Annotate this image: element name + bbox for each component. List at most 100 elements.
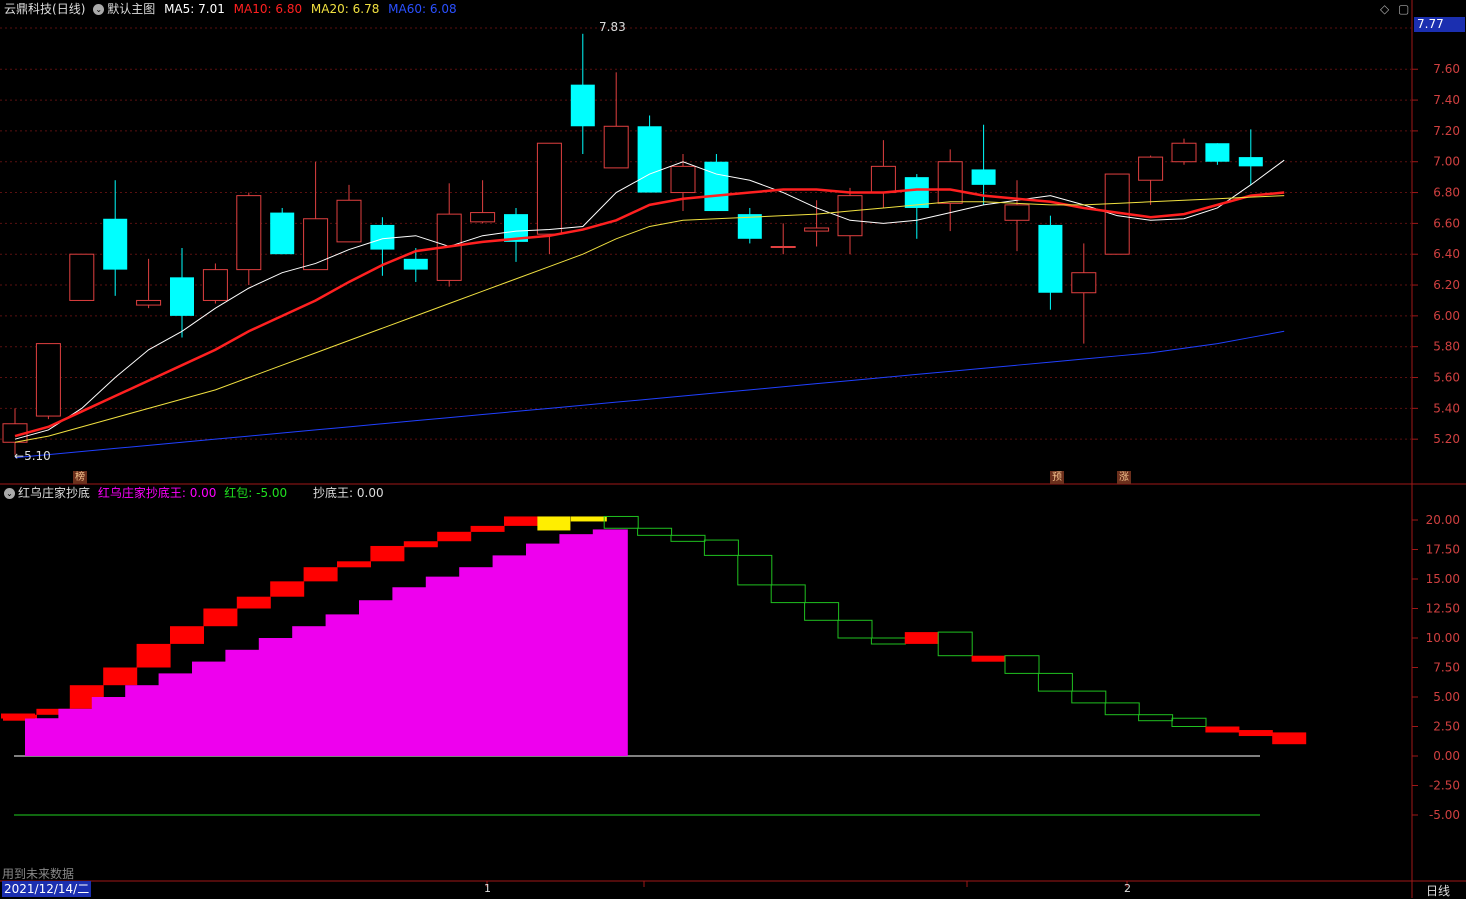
banker-bar-down bbox=[837, 619, 873, 639]
magenta-area-step bbox=[359, 600, 394, 756]
sub-chart-title[interactable]: 红乌庄家抄底 bbox=[18, 486, 90, 500]
banker-bar-up bbox=[971, 655, 1006, 662]
banker-bar-up bbox=[236, 596, 271, 609]
tag-zhang[interactable]: 涨 bbox=[1117, 471, 1131, 484]
banker-bar-up bbox=[270, 581, 305, 597]
candle-body-up bbox=[35, 343, 61, 417]
banker-bar-down bbox=[1104, 702, 1140, 716]
chart-canvas[interactable]: 5.20 5.40 5.60 5.80 6.00 6.20 6.40 6.60 6.80 7.00… bbox=[0, 0, 1466, 898]
banker-bar-up bbox=[370, 545, 405, 562]
price-axis-label: 5.40 bbox=[1433, 401, 1460, 415]
candle-body-down bbox=[103, 218, 128, 270]
indicator-axis-label: 10.00 bbox=[1426, 631, 1460, 645]
diamond-icon[interactable]: ◇ bbox=[1380, 2, 1389, 16]
indicator-axis-label: 12.50 bbox=[1426, 602, 1460, 616]
banker-bar-down bbox=[1138, 714, 1174, 722]
candle-body-up bbox=[937, 161, 963, 204]
ma60-label: MA60: 6.08 bbox=[388, 2, 457, 16]
maximize-icon[interactable]: ▢ bbox=[1398, 2, 1409, 16]
indicator-axis-label: -5.00 bbox=[1429, 808, 1460, 822]
candle-body-up bbox=[1071, 272, 1097, 294]
banker-bar-up bbox=[303, 567, 338, 582]
banker-bar-up bbox=[504, 516, 538, 526]
magenta-area-step bbox=[592, 529, 628, 756]
price-axis-label: 6.00 bbox=[1433, 309, 1460, 323]
period-button[interactable]: 日线 bbox=[1426, 882, 1450, 899]
price-axis-label: 6.60 bbox=[1433, 216, 1460, 230]
price-axis-label: 7.60 bbox=[1433, 62, 1460, 76]
price-axis-label: 7.40 bbox=[1433, 93, 1460, 107]
indicator-axis-label: -2.50 bbox=[1429, 779, 1460, 793]
chevron-down-icon[interactable]: ⌄ bbox=[4, 488, 15, 499]
banker-bar-up bbox=[1238, 730, 1273, 737]
banker-bar-down bbox=[804, 602, 840, 621]
main-chart-label[interactable]: 默认主图 bbox=[107, 2, 155, 16]
magenta-area-step bbox=[459, 567, 495, 756]
month-mark-1: 1 bbox=[484, 882, 491, 895]
candle-body-down bbox=[1205, 143, 1230, 162]
tag-bang[interactable]: 榜 bbox=[73, 471, 87, 484]
candle-body-up bbox=[603, 125, 629, 169]
banker-bar-down bbox=[1037, 672, 1073, 692]
banker-bar-up bbox=[203, 608, 238, 627]
chevron-down-icon[interactable]: ⌄ bbox=[93, 4, 105, 15]
indicator-chaodiwang: 抄底王: 0.00 bbox=[313, 486, 384, 500]
magenta-area-step bbox=[125, 685, 161, 756]
magenta-area-step bbox=[58, 708, 94, 756]
banker-bar-up bbox=[136, 643, 171, 668]
main-chart-header: 云鼎科技(日线) ⌄ 默认主图 MA5: 7.01 MA10: 6.80 MA20… bbox=[4, 1, 457, 17]
stock-name[interactable]: 云鼎科技 bbox=[4, 2, 52, 16]
magenta-area-step bbox=[192, 661, 227, 756]
price-axis-label: 6.20 bbox=[1433, 278, 1460, 292]
price-axis-label: 5.80 bbox=[1433, 340, 1460, 354]
banker-bar-up bbox=[1272, 732, 1307, 745]
magenta-area-step bbox=[325, 614, 361, 756]
ma20-label: MA20: 6.78 bbox=[310, 2, 380, 16]
candle-body-down bbox=[403, 258, 428, 270]
price-axis-label: 7.20 bbox=[1433, 124, 1460, 138]
ma5-label: MA5: 7.01 bbox=[164, 2, 225, 16]
candle-body-down bbox=[270, 212, 295, 255]
banker-bar-down bbox=[603, 515, 639, 529]
candle-body-down bbox=[904, 177, 929, 208]
banker-bar-up bbox=[170, 626, 204, 644]
banker-bar-down bbox=[670, 534, 706, 542]
banker-bar-up bbox=[470, 525, 505, 532]
banker-bar-down bbox=[637, 527, 673, 536]
price-axis-label: 5.20 bbox=[1433, 432, 1460, 446]
candle-body-down bbox=[370, 224, 395, 250]
magenta-area-step bbox=[258, 638, 294, 756]
magenta-area-step bbox=[492, 555, 528, 756]
magenta-area-step bbox=[526, 543, 561, 756]
banker-bar-up bbox=[403, 541, 438, 548]
banker-bar-down bbox=[737, 554, 773, 586]
price-axis-label: 6.80 bbox=[1433, 186, 1460, 200]
candle-body-up bbox=[470, 212, 496, 223]
banker-bar-up bbox=[904, 632, 939, 644]
candle-body-up bbox=[804, 227, 830, 232]
sub-chart-header: ⌄ 红乌庄家抄底 红乌庄家抄底王: 0.00 红包: -5.00 抄底王: 0.0… bbox=[4, 485, 384, 501]
candle-body-up bbox=[336, 199, 362, 243]
banker-bar-up bbox=[103, 667, 138, 686]
month-mark-2: 2 bbox=[1124, 882, 1131, 895]
candle-body-down bbox=[1038, 224, 1063, 293]
banker-bar-up bbox=[1205, 726, 1240, 733]
indicator-axis-label: 2.50 bbox=[1433, 720, 1460, 734]
magenta-area-step bbox=[559, 534, 595, 756]
magenta-area-step bbox=[292, 626, 328, 756]
candle-body-down bbox=[704, 161, 729, 212]
candle-body-up bbox=[870, 165, 896, 194]
candle-body-down bbox=[637, 126, 662, 193]
candle-body-up bbox=[1004, 204, 1030, 221]
ma10-label: MA10: 6.80 bbox=[233, 2, 303, 16]
indicator-axis-label: 7.50 bbox=[1433, 661, 1460, 675]
candle-body-up bbox=[1138, 156, 1164, 181]
magenta-area-step bbox=[425, 576, 461, 756]
tag-yu[interactable]: 预 bbox=[1050, 471, 1064, 484]
magenta-area-step bbox=[392, 587, 428, 756]
high-price-mark: 7.83 bbox=[599, 20, 626, 34]
candle-body-up bbox=[69, 253, 95, 301]
future-data-note: 用到未来数据 bbox=[2, 867, 75, 881]
candle-body-up bbox=[136, 299, 162, 306]
indicator-axis-label: 0.00 bbox=[1433, 749, 1460, 763]
